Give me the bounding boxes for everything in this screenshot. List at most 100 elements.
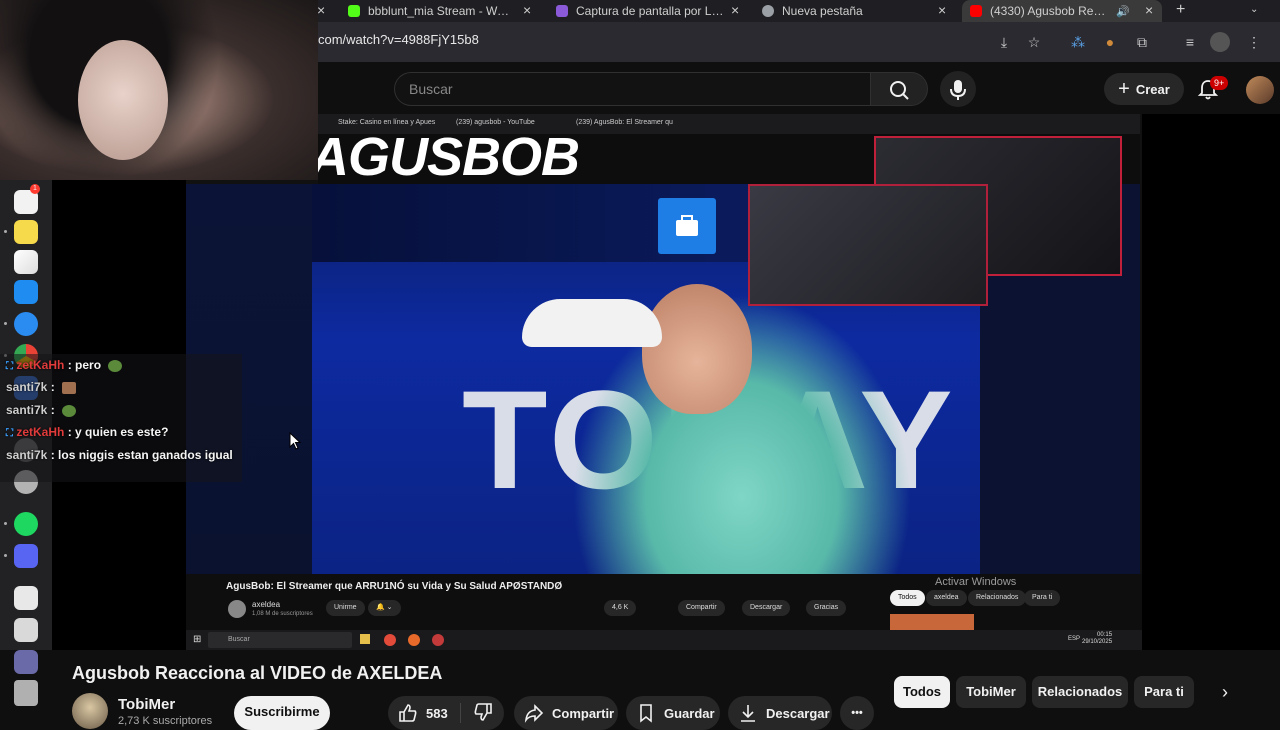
- badge: 1: [30, 184, 40, 194]
- new-tab-button[interactable]: +: [1176, 0, 1185, 22]
- profile-avatar-icon[interactable]: [1210, 32, 1230, 52]
- speaker-icon[interactable]: 🔊: [1116, 5, 1130, 18]
- tab-close-button[interactable]: ×: [523, 0, 531, 22]
- clock-date: 29/10/2025: [1082, 639, 1113, 645]
- captured-channel-avatar: [228, 600, 246, 618]
- chat-message: santi7k :: [6, 380, 77, 394]
- briefcase-icon: [658, 198, 716, 254]
- tab-new-tab[interactable]: Nueva pestaña: [762, 0, 932, 22]
- notes-icon[interactable]: [14, 220, 38, 244]
- language-indicator: ESP: [1068, 636, 1081, 642]
- chat-username: santi7k: [6, 403, 48, 417]
- search-button[interactable]: [870, 72, 928, 106]
- tab-close-button[interactable]: ×: [1145, 0, 1153, 22]
- spotify-icon[interactable]: [14, 512, 38, 536]
- streamer-webcam-frame: [748, 184, 988, 306]
- share-label: Compartir: [552, 705, 615, 721]
- bookmark-star-icon[interactable]: ☆: [1024, 32, 1044, 52]
- kick-icon: [348, 5, 360, 17]
- chip-channel[interactable]: TobiMer: [956, 676, 1026, 708]
- tab-title: Nueva pestaña: [782, 4, 863, 18]
- save-label: Guardar: [664, 705, 715, 721]
- folder-icon: [360, 634, 370, 644]
- download-label: Descargar: [766, 705, 830, 721]
- captured-thanks-button: Gracias: [806, 600, 847, 616]
- chat-username: zetKaHh: [16, 358, 65, 372]
- captured-tab: (239) AgusBob: El Streamer qu: [576, 119, 673, 126]
- running-indicator: [4, 322, 7, 325]
- share-icon: [524, 704, 544, 723]
- download-icon: [741, 705, 755, 722]
- extensions-puzzle-icon[interactable]: ⧉: [1132, 32, 1152, 52]
- chip-all[interactable]: Todos: [894, 676, 950, 708]
- subscribe-button[interactable]: Suscribirme: [234, 696, 330, 730]
- chrome-icon: [762, 5, 774, 17]
- chip-related[interactable]: Relacionados: [1032, 676, 1128, 708]
- thumbs-down-icon: [474, 702, 492, 721]
- app-icon[interactable]: [14, 650, 38, 674]
- search-input[interactable]: Buscar: [394, 72, 870, 106]
- reading-list-icon[interactable]: ≡: [1180, 32, 1200, 52]
- channel-name[interactable]: TobiMer: [118, 696, 175, 713]
- webcam-face: [78, 40, 168, 160]
- tab-close-button[interactable]: ×: [731, 0, 739, 22]
- captured-chip: Todos: [890, 590, 925, 606]
- browser-menu-icon[interactable]: ⋮: [1244, 32, 1264, 52]
- dislike-button[interactable]: [461, 702, 493, 725]
- document-icon[interactable]: [14, 586, 38, 610]
- plus-icon: +: [1118, 77, 1130, 100]
- extension-icon[interactable]: ●: [1100, 32, 1120, 52]
- activate-windows-watermark: Activar Windows: [935, 576, 1017, 588]
- url-field[interactable]: com/watch?v=4988FjY15b8: [318, 32, 479, 47]
- chat-message: ⛶ zetKaHh : pero: [6, 358, 123, 372]
- chat-text: : pero: [67, 358, 102, 372]
- notifications-badge: 9+: [1210, 76, 1229, 90]
- install-app-icon[interactable]: ⤓: [994, 32, 1014, 52]
- like-button[interactable]: 583: [398, 703, 461, 723]
- discord-icon[interactable]: [14, 544, 38, 568]
- chat-username: santi7k: [6, 448, 48, 462]
- tab-youtube-active[interactable]: (4330) Agusbob Reaccio 🔊: [962, 0, 1162, 22]
- captured-tab: (239) agusbob - YouTube: [456, 119, 535, 126]
- voice-search-button[interactable]: [940, 71, 976, 107]
- mic-icon: [950, 80, 966, 100]
- chip-for-you[interactable]: Para ti: [1134, 676, 1194, 708]
- captured-tab: Stake: Casino en línea y Apues: [338, 119, 436, 126]
- tab-close-button[interactable]: ×: [317, 0, 325, 22]
- captured-video-title: AgusBob: El Streamer que ARRU1NÓ su Vida…: [226, 581, 563, 592]
- channel-avatar[interactable]: [72, 693, 108, 729]
- trash-icon[interactable]: [14, 680, 38, 706]
- document-icon[interactable]: [14, 618, 38, 642]
- bookmark-icon: [640, 704, 652, 723]
- create-button[interactable]: + Crear: [1104, 73, 1184, 105]
- captured-channel-name: axeldea: [252, 600, 281, 609]
- app-store-icon[interactable]: [14, 280, 38, 304]
- captured-download-button: Descargar: [742, 600, 791, 616]
- windows-start-icon: ⊞: [193, 634, 202, 645]
- more-actions-button[interactable]: •••: [840, 696, 874, 730]
- share-button[interactable]: Compartir: [514, 696, 618, 730]
- save-button[interactable]: Guardar: [626, 696, 720, 730]
- create-label: Crear: [1135, 81, 1170, 97]
- chat-username: santi7k: [6, 380, 48, 394]
- stream-chat-overlay: ⛶ zetKaHh : pero santi7k : santi7k : ⛶ z…: [0, 354, 242, 482]
- app-icon: [432, 634, 444, 646]
- youtube-icon: [970, 5, 982, 17]
- thumbs-up-icon: [399, 704, 417, 722]
- tab-title: bbblunt_mia Stream - Watch: [368, 4, 513, 18]
- running-indicator: [4, 522, 7, 525]
- safari-icon[interactable]: [14, 312, 38, 336]
- download-button[interactable]: Descargar: [728, 696, 832, 730]
- freeform-icon[interactable]: [14, 250, 38, 274]
- frog-emote-icon: [108, 359, 123, 372]
- chat-text: :: [50, 380, 55, 394]
- account-avatar[interactable]: [1246, 76, 1274, 104]
- tab-kick-stream[interactable]: bbblunt_mia Stream - Watch: [348, 0, 513, 22]
- tab-list-chevron-icon[interactable]: ⌄: [1250, 0, 1258, 22]
- translate-extension-icon[interactable]: ⁂: [1068, 32, 1088, 52]
- captured-join-button: Unirme: [326, 600, 365, 616]
- more-icon: •••: [851, 707, 863, 719]
- tab-lightshot[interactable]: Captura de pantalla por Ligh: [556, 0, 724, 22]
- chevron-right-icon[interactable]: ›: [1222, 682, 1228, 703]
- tab-close-button[interactable]: ×: [938, 0, 946, 22]
